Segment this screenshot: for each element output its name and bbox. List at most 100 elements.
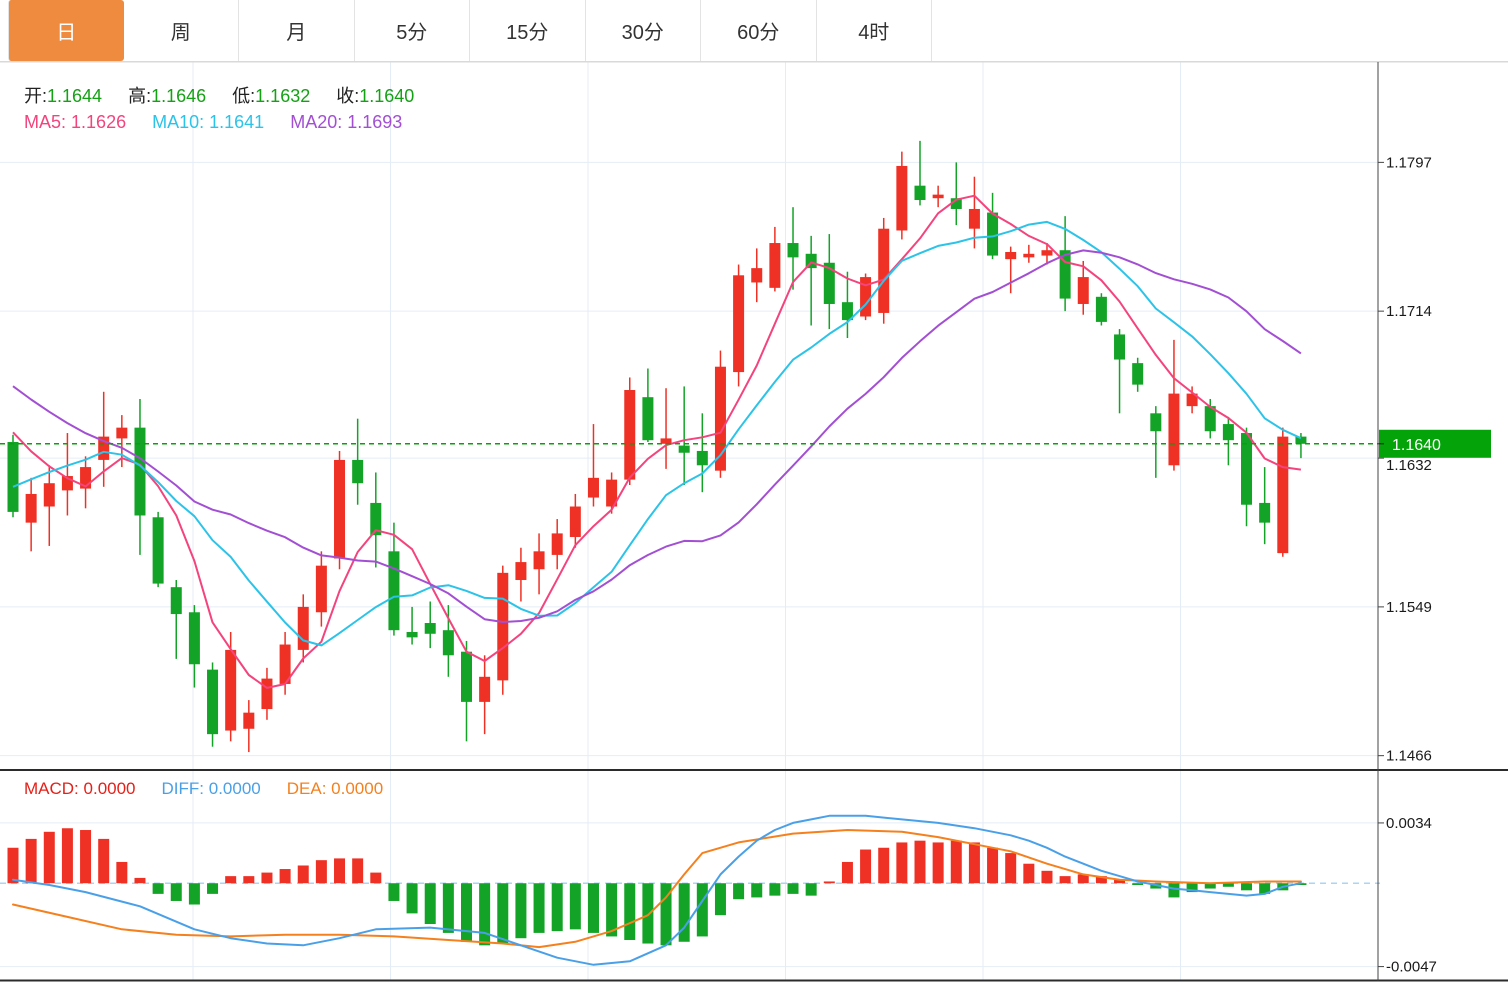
macd-bar	[44, 832, 55, 883]
macd-bar	[26, 839, 37, 883]
candle-body	[44, 483, 55, 506]
macd-bar	[334, 858, 345, 883]
macd-bar	[733, 883, 744, 899]
candle-body	[588, 478, 599, 498]
candle-body	[1132, 363, 1143, 385]
trading-chart-app: 1.17971.17141.16321.15491.14660.0034-0.0…	[0, 0, 1508, 991]
macd-bar	[588, 883, 599, 933]
candle-body	[189, 612, 200, 664]
candle-body	[661, 438, 672, 443]
macd-bar	[261, 873, 272, 884]
macd-bar	[679, 883, 690, 942]
macd-bar	[769, 883, 780, 895]
price-axis-label: 1.1714	[1386, 303, 1432, 320]
tab-15min[interactable]: 15分	[470, 0, 586, 61]
candle-body	[534, 551, 545, 569]
ma10-value: 1.1641	[209, 112, 264, 132]
tab-day[interactable]: 日	[8, 0, 124, 61]
tab-month[interactable]: 月	[239, 0, 355, 61]
price-axis-label: 1.1632	[1386, 457, 1432, 474]
macd-label: MACD:	[24, 779, 79, 798]
macd-bar	[824, 881, 835, 883]
macd-value: 0.0000	[84, 779, 136, 798]
candle-body	[933, 195, 944, 199]
macd-axis-label: -0.0047	[1386, 959, 1437, 976]
macd-legend: MACD: 0.0000DIFF: 0.0000DEA: 0.0000	[24, 779, 409, 799]
candle-body	[915, 186, 926, 200]
candlestick-chart[interactable]: 1.17971.17141.16321.15491.14660.0034-0.0…	[0, 0, 1508, 991]
tab-5min[interactable]: 5分	[355, 0, 471, 61]
dea-label: DEA:	[287, 779, 327, 798]
candle-body	[751, 268, 762, 282]
candle-body	[443, 630, 454, 655]
candle-body	[1041, 250, 1052, 255]
macd-bar	[298, 865, 309, 883]
candle-body	[461, 652, 472, 702]
candle-body	[878, 229, 889, 313]
candle-body	[697, 451, 708, 465]
macd-bar	[969, 842, 980, 883]
macd-bar	[842, 862, 853, 883]
ma10-label: MA10:	[152, 112, 204, 132]
candle-body	[134, 428, 145, 516]
macd-bar	[153, 883, 164, 894]
macd-bar	[316, 860, 327, 883]
tab-week[interactable]: 周	[124, 0, 240, 61]
macd-axis-label: 0.0034	[1386, 815, 1432, 832]
candle-body	[1096, 297, 1107, 322]
candle-body	[26, 494, 37, 523]
macd-bar	[479, 883, 490, 945]
macd-bar	[515, 883, 526, 938]
macd-bar	[134, 878, 145, 883]
candle-body	[769, 243, 780, 288]
candle-body	[261, 679, 272, 709]
close-value: 1.1640	[359, 86, 414, 106]
tab-4hour[interactable]: 4时	[817, 0, 933, 61]
candle-body	[969, 209, 980, 229]
candle-body	[987, 213, 998, 256]
macd-bar	[243, 876, 254, 883]
macd-bar	[8, 848, 19, 883]
current-price-tag-value: 1.1640	[1392, 437, 1441, 454]
ma20-value: 1.1693	[347, 112, 402, 132]
tab-30min[interactable]: 30分	[586, 0, 702, 61]
macd-bar	[534, 883, 545, 933]
candle-body	[116, 428, 127, 439]
candle-body	[207, 670, 218, 735]
macd-bar	[951, 841, 962, 884]
candle-body	[1023, 254, 1034, 258]
macd-bar	[1132, 883, 1143, 885]
high-value: 1.1646	[151, 86, 206, 106]
macd-bar	[1168, 883, 1179, 897]
candle-body	[1114, 334, 1125, 359]
macd-bar	[62, 828, 73, 883]
price-axis-label: 1.1549	[1386, 599, 1432, 616]
candle-body	[552, 533, 563, 555]
macd-bar	[443, 883, 454, 933]
macd-bar	[207, 883, 218, 894]
high-label: 高:	[128, 86, 151, 106]
candle-body	[788, 243, 799, 257]
macd-bar	[1005, 853, 1016, 883]
macd-bar	[1241, 883, 1252, 890]
ma-legend: MA5: 1.1626MA10: 1.1641MA20: 1.1693	[24, 112, 428, 133]
candle-body	[352, 460, 363, 483]
ohlc-legend: 开:1.1644高:1.1646低:1.1632收:1.1640	[24, 82, 440, 108]
candle-body	[642, 397, 653, 440]
macd-bar	[987, 848, 998, 883]
macd-bar	[407, 883, 418, 913]
ma5-label: MA5:	[24, 112, 66, 132]
macd-bar	[751, 883, 762, 897]
macd-bar	[425, 883, 436, 924]
candle-body	[298, 607, 309, 650]
macd-bar	[715, 883, 726, 915]
open-value: 1.1644	[47, 86, 102, 106]
candle-body	[425, 623, 436, 634]
candle-body	[225, 650, 236, 731]
candle-body	[388, 551, 399, 630]
timeframe-tabs: 日周月5分15分30分60分4时	[0, 0, 1508, 62]
macd-bar	[788, 883, 799, 894]
candle-body	[334, 460, 345, 559]
tab-60min[interactable]: 60分	[701, 0, 817, 61]
macd-bar	[370, 873, 381, 884]
